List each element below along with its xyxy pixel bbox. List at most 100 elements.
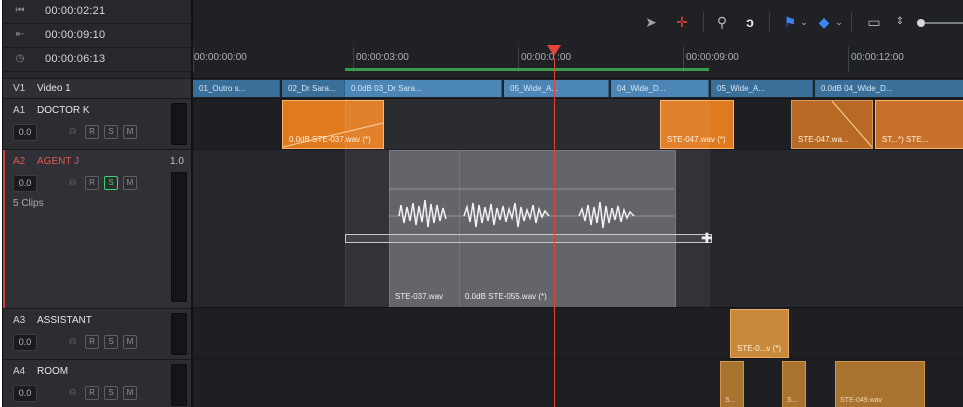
audio-clip[interactable]: STE-047.wa... bbox=[791, 100, 873, 149]
mute-button[interactable]: M bbox=[123, 386, 137, 400]
clip-label: S... bbox=[725, 397, 736, 404]
timeline-icon: ⏮ bbox=[15, 5, 25, 16]
flag-icon[interactable]: ⚑ bbox=[783, 13, 797, 31]
timecode-display: 00:00:09:10 bbox=[45, 29, 106, 41]
track-header-a1[interactable]: A1 DOCTOR K 0.0 ⍝ R S M bbox=[3, 98, 191, 149]
chevron-down-icon[interactable]: ⌄ bbox=[799, 13, 809, 31]
volume-field[interactable]: 0.0 bbox=[13, 124, 37, 141]
track-header-panel: ⏮ 00:00:02:21 ⇤ 00:00:09:10 ◷ 00:00:06:1… bbox=[3, 0, 193, 407]
record-button[interactable]: R bbox=[85, 125, 99, 139]
lock-icon[interactable]: ⍝ bbox=[67, 386, 78, 399]
zoom-slider-track[interactable] bbox=[925, 22, 963, 24]
mute-button[interactable]: M bbox=[123, 335, 137, 349]
video-clip[interactable]: 0.0dB 04_Wide_D... bbox=[815, 80, 963, 97]
video-clip[interactable]: 02_Dr Sara... bbox=[282, 80, 345, 97]
clip-label: STE-0...v (*) bbox=[737, 344, 782, 353]
solo-button[interactable]: S bbox=[104, 335, 118, 349]
zoom-icon[interactable]: ▭ bbox=[863, 13, 885, 31]
volume-field[interactable]: 0.0 bbox=[13, 334, 37, 351]
lock-icon[interactable]: ⍝ bbox=[67, 125, 78, 138]
audio-meter bbox=[171, 364, 187, 406]
audio-clip[interactable]: STE-049.wav bbox=[835, 361, 925, 407]
audio-clip[interactable]: ST...*) STE... bbox=[875, 100, 963, 149]
record-button[interactable]: R bbox=[85, 335, 99, 349]
timeline-window: ⏮ 00:00:02:21 ⇤ 00:00:09:10 ◷ 00:00:06:1… bbox=[2, 0, 963, 407]
lane-a2: STE-037.wav 0.0dB STE-055.wav (*) ✚ bbox=[193, 99, 963, 308]
track-name: ROOM bbox=[37, 366, 69, 377]
timecode-row-2: ⇤ 00:00:09:10 bbox=[3, 24, 191, 48]
mute-button[interactable]: M bbox=[123, 125, 137, 139]
volume-field[interactable]: 0.0 bbox=[13, 175, 37, 192]
solo-button[interactable]: S bbox=[104, 176, 118, 190]
link-icon[interactable]: ⚲ bbox=[713, 13, 731, 31]
zoom-slider-knob[interactable] bbox=[917, 19, 925, 27]
timecode-display: 00:00:06:13 bbox=[45, 53, 106, 65]
track-id: A2 bbox=[13, 156, 26, 167]
solo-button[interactable]: S bbox=[104, 125, 118, 139]
in-out-range[interactable] bbox=[345, 68, 709, 71]
video-clip[interactable]: 05_Wide_A... bbox=[711, 80, 813, 97]
track-name: DOCTOR K bbox=[37, 105, 90, 116]
track-name: AGENT J bbox=[37, 156, 80, 167]
mute-button[interactable]: M bbox=[123, 176, 137, 190]
blade-icon[interactable]: ✛ bbox=[673, 13, 691, 31]
ruler-tick-label: 00:00:09:00 bbox=[686, 52, 739, 63]
timecode-row-1: ⏮ 00:00:02:21 bbox=[3, 0, 191, 24]
track-id: A1 bbox=[13, 105, 26, 116]
track-id: A4 bbox=[13, 366, 26, 377]
duration-icon: ⇤ bbox=[15, 29, 25, 40]
volume-overlay[interactable] bbox=[345, 234, 712, 243]
ruler-tick-line bbox=[848, 47, 849, 72]
track-level: 1.0 bbox=[170, 156, 184, 167]
timeline-toolbar: ➤ ✛ ⚲ ↄ ⚑ ⌄ ◆ ⌄ ▭ ⇕ bbox=[193, 0, 963, 46]
track-header-a2[interactable]: A2 AGENT J 1.0 0.0 ⍝ R S M 5 Clips bbox=[3, 149, 191, 308]
playhead-handle[interactable] bbox=[546, 44, 562, 58]
audio-clip[interactable]: S... bbox=[720, 361, 744, 407]
audio-clip[interactable]: STE-0...v (*) bbox=[730, 309, 789, 358]
track-id: V1 bbox=[13, 83, 26, 94]
timecode-display: 00:00:02:21 bbox=[45, 5, 106, 17]
lane-v1: 01_Outro s... 02_Dr Sara... 0.0dB 03_Dr … bbox=[193, 78, 963, 99]
audio-meter bbox=[171, 103, 187, 145]
track-header-a4[interactable]: A4 ROOM 0.0 ⍝ R S M bbox=[3, 359, 191, 407]
toolbar-divider bbox=[851, 12, 852, 32]
track-header-v1[interactable]: V1 Video 1 bbox=[3, 78, 191, 98]
track-id: A3 bbox=[13, 315, 26, 326]
video-clip[interactable]: 05_Wide_A... bbox=[504, 80, 609, 97]
marker-icon[interactable]: ◆ bbox=[817, 13, 831, 31]
clock-icon: ◷ bbox=[15, 53, 25, 64]
record-button[interactable]: R bbox=[85, 386, 99, 400]
clip-count: 5 Clips bbox=[13, 198, 44, 209]
lane-a3: STE-0...v (*) bbox=[193, 307, 963, 359]
ruler-tick-label: 00:00:00:00 bbox=[194, 52, 247, 63]
video-clip[interactable]: 04_Wide_D... bbox=[611, 80, 709, 97]
selected-track-indicator bbox=[3, 150, 5, 308]
pointer-icon[interactable]: ➤ bbox=[643, 13, 659, 31]
timeline-ruler[interactable]: ➤ ✛ ⚲ ↄ ⚑ ⌄ ◆ ⌄ ▭ ⇕ 00:00:00:00 00:00:03… bbox=[193, 0, 963, 78]
snap-icon[interactable]: ↄ bbox=[741, 13, 759, 31]
ruler-tick-label: 00:00:03:00 bbox=[356, 52, 409, 63]
record-button[interactable]: R bbox=[85, 176, 99, 190]
track-header-a3[interactable]: A3 ASSISTANT 0.0 ⍝ R S M bbox=[3, 308, 191, 359]
audio-clip[interactable]: S... bbox=[782, 361, 806, 407]
trim-cursor-icon: ✚ bbox=[701, 230, 713, 246]
toolbar-divider bbox=[769, 12, 770, 32]
selection-range bbox=[345, 99, 710, 308]
lock-icon[interactable]: ⍝ bbox=[67, 176, 78, 189]
timecode-row-3: ◷ 00:00:06:13 bbox=[3, 48, 191, 72]
clip-label: ST...*) STE... bbox=[882, 135, 929, 144]
lane-a4: S... S... STE-049.wav bbox=[193, 358, 963, 407]
video-clip[interactable]: 01_Outro s... bbox=[193, 80, 280, 97]
audio-meter bbox=[171, 172, 187, 302]
audio-meter bbox=[171, 313, 187, 355]
clip-label: S... bbox=[787, 397, 798, 404]
track-name: Video 1 bbox=[37, 83, 71, 94]
lock-icon[interactable]: ⍝ bbox=[67, 335, 78, 348]
solo-button[interactable]: S bbox=[104, 386, 118, 400]
video-clip[interactable]: 0.0dB 03_Dr Sara... bbox=[345, 80, 502, 97]
zoom-stepper-icon[interactable]: ⇕ bbox=[895, 13, 905, 31]
toolbar-divider bbox=[703, 12, 704, 32]
volume-field[interactable]: 0.0 bbox=[13, 385, 37, 402]
timeline-tracks-area: 01_Outro s... 02_Dr Sara... 0.0dB 03_Dr … bbox=[193, 58, 963, 407]
chevron-down-icon[interactable]: ⌄ bbox=[834, 13, 844, 31]
